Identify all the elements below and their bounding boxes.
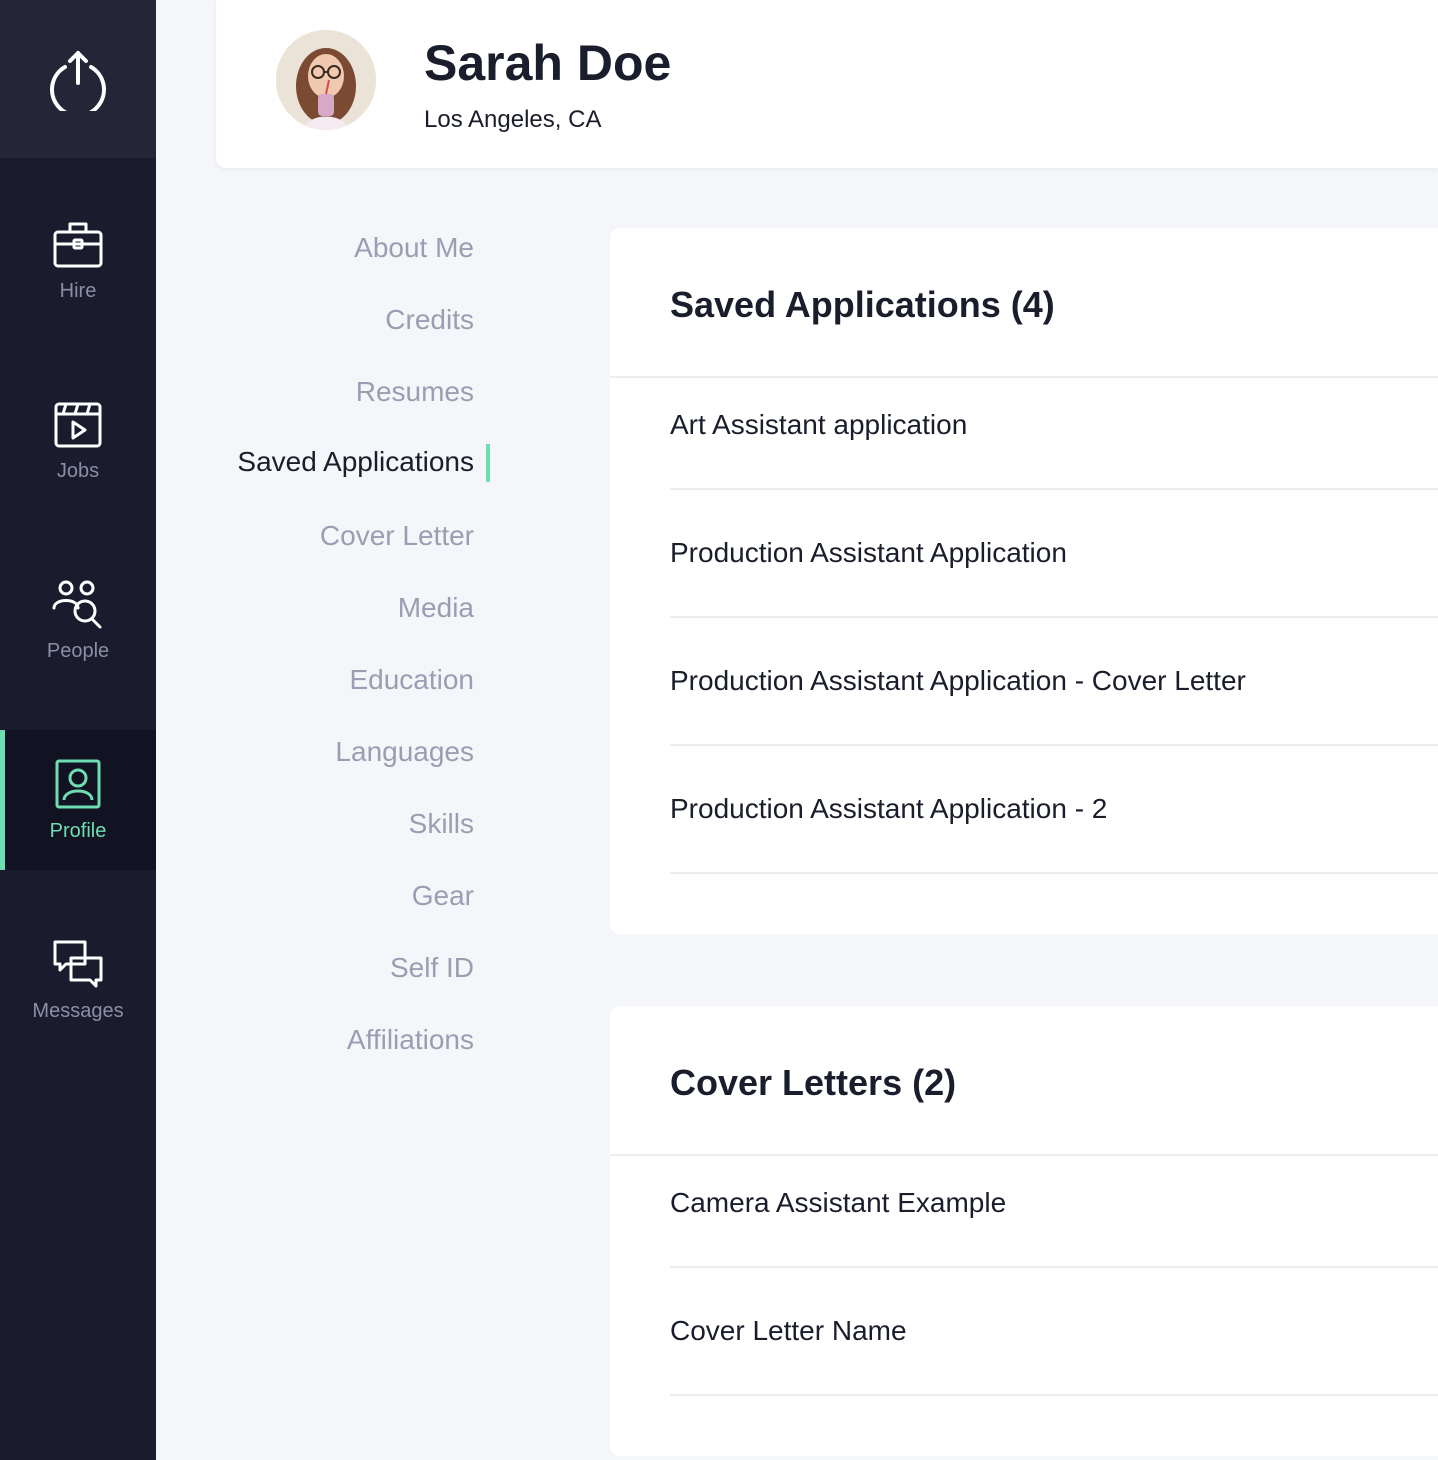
menu-item-cover-letter[interactable]: Cover Letter (320, 520, 474, 552)
saved-applications-title: Saved Applications (4) (670, 284, 1055, 325)
menu-item-media[interactable]: Media (398, 592, 474, 624)
profile-name: Sarah Doe (424, 35, 672, 91)
menu-item-education[interactable]: Education (349, 664, 474, 696)
sidebar-item-people[interactable]: People (0, 550, 156, 690)
menu-item-saved-applications[interactable]: Saved Applications (237, 446, 474, 478)
cover-letter-item[interactable]: Camera Assistant Example (670, 1140, 1438, 1268)
sidebar-item-messages[interactable]: Messages (0, 910, 156, 1050)
sidebar-item-label: People (46, 639, 110, 662)
cover-letters-title: Cover Letters (2) (670, 1062, 957, 1103)
sidebar-item-label: Jobs (56, 459, 100, 482)
sidebar-item-jobs[interactable]: Jobs (0, 370, 156, 510)
sidebar-item-profile[interactable]: Profile (0, 730, 156, 870)
chat-bubbles-icon (53, 940, 103, 987)
menu-item-skills[interactable]: Skills (409, 808, 474, 840)
cover-letters-card: Cover Letters (2) Camera Assistant Examp… (610, 1006, 1438, 1456)
saved-application-item[interactable]: Production Assistant Application (670, 490, 1438, 618)
active-menu-indicator (486, 444, 490, 482)
saved-application-item[interactable]: Production Assistant Application - 2 (670, 746, 1438, 874)
app-root: Hire Jobs People Profile Messages Sarah … (0, 0, 1438, 1460)
profile-card-icon (55, 759, 101, 808)
sidebar-item-label: Hire (59, 279, 97, 302)
people-search-icon (52, 580, 102, 628)
sidebar-item-hire[interactable]: Hire (0, 190, 156, 330)
sidebar-nav: Hire Jobs People Profile Messages (0, 0, 156, 1460)
cover-letter-item[interactable]: Cover Letter Name (670, 1268, 1438, 1396)
power-upload-icon (50, 51, 106, 111)
menu-item-resumes[interactable]: Resumes (356, 376, 474, 408)
menu-item-self-id[interactable]: Self ID (390, 952, 474, 984)
saved-application-item[interactable]: Art Assistant application (670, 362, 1438, 490)
sidebar-item-label: Profile (49, 819, 107, 842)
profile-header: Sarah Doe Los Angeles, CA (216, 0, 1438, 168)
menu-item-about-me[interactable]: About Me (354, 232, 474, 264)
menu-item-languages[interactable]: Languages (335, 736, 474, 768)
logo-button[interactable] (0, 0, 156, 158)
menu-item-credits[interactable]: Credits (385, 304, 474, 336)
avatar-image (276, 30, 376, 130)
clapperboard-play-icon (54, 402, 102, 447)
menu-item-gear[interactable]: Gear (412, 880, 474, 912)
briefcase-icon (53, 222, 103, 267)
menu-item-affiliations[interactable]: Affiliations (347, 1024, 474, 1056)
avatar[interactable] (276, 30, 376, 130)
saved-application-item[interactable]: Production Assistant Application - Cover… (670, 618, 1438, 746)
sidebar-item-label: Messages (32, 999, 124, 1022)
profile-location: Los Angeles, CA (424, 106, 602, 133)
saved-applications-card: Saved Applications (4) Art Assistant app… (610, 228, 1438, 934)
